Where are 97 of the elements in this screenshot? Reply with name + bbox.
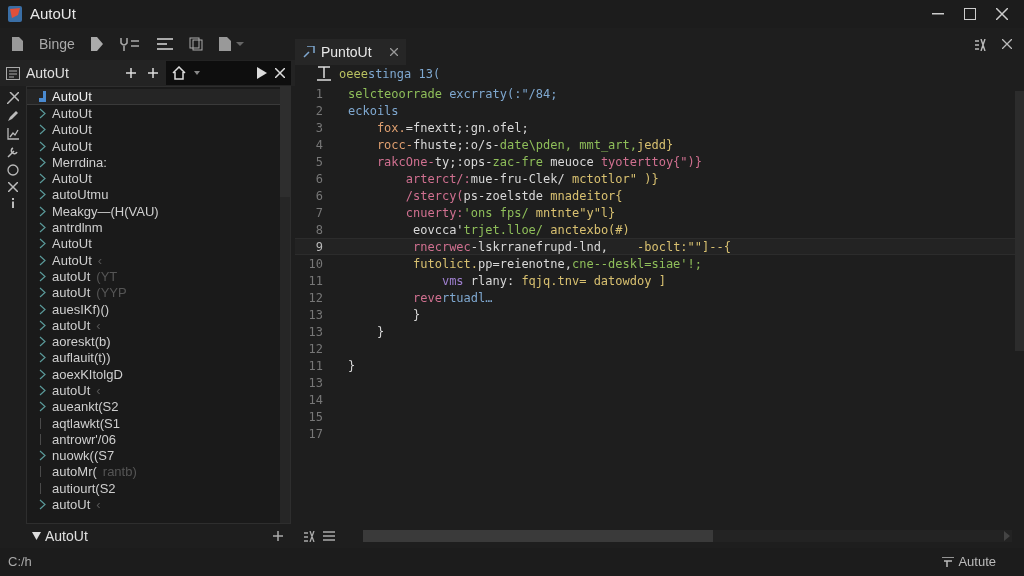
line-number: 8 — [314, 221, 324, 239]
line-number: 11 — [307, 272, 324, 290]
line-number: 4 — [314, 136, 324, 154]
status-text: Autute — [958, 553, 996, 572]
minimize-icon[interactable] — [932, 13, 944, 15]
filter-icon — [942, 557, 955, 567]
code-line: revertuadl… — [412, 289, 493, 307]
line-number: 13 — [307, 323, 324, 341]
code-line: futolict.pp=reienotne,cne--deskl=siae'!; — [412, 255, 702, 273]
panel-icon — [6, 66, 20, 80]
tree-item[interactable]: auflauit(t)) — [27, 349, 280, 367]
tree-item[interactable]: Merrdina: — [27, 154, 280, 171]
tree-item[interactable]: AutoUt — [27, 137, 280, 155]
code-line: rakcOne-ty;:ops-zac-fre meuoce tyoterttoy{")} — [375, 153, 703, 171]
tree-item[interactable]: autoUt ‹ — [27, 317, 280, 334]
tree-item[interactable]: aoreskt(b) — [27, 333, 280, 350]
code-line: } — [412, 306, 421, 324]
close-icon[interactable] — [1002, 39, 1012, 49]
tree-item[interactable]: aueankt(S2 — [27, 398, 280, 415]
line-number: 5 — [314, 153, 324, 171]
tree-item[interactable]: autoUt (YYP — [27, 284, 280, 301]
line-number: 1 — [314, 85, 324, 103]
tree-item[interactable]: autoUt ‹ — [27, 382, 280, 399]
line-number: 2 — [314, 102, 324, 120]
app-logo-icon — [8, 6, 22, 22]
code-line: eovcca'trjet.lloe/ anctexbo(#) — [412, 221, 630, 239]
home-icon[interactable] — [172, 66, 186, 80]
list-icon[interactable] — [156, 37, 173, 51]
list-icon[interactable] — [323, 531, 335, 541]
copy-icon[interactable] — [188, 37, 203, 51]
tree-item[interactable]: autoUt ‹ — [27, 496, 280, 513]
tree-item[interactable]: nuowk((S7 — [27, 447, 280, 464]
code-line: } — [348, 357, 356, 375]
file-dropdown-icon[interactable] — [218, 37, 245, 51]
code-line: } — [375, 323, 385, 341]
code-line: fox.=fnextt;:gn.ofel; — [375, 119, 529, 137]
line-number: 13 — [307, 374, 324, 392]
caret-icon[interactable] — [194, 71, 200, 75]
add-icon[interactable] — [273, 531, 283, 541]
code-line: rnecrwec-lskrranefrupd-lnd, -boclt:""]--{ — [412, 238, 731, 256]
line-number: 13 — [307, 306, 324, 324]
tree-item[interactable]: autoUt (YT — [27, 268, 280, 285]
window-title: AutoUt — [30, 3, 76, 24]
tree-item[interactable]: autoMr( rantb) — [27, 463, 280, 481]
panel-title: AutoUt — [26, 63, 69, 83]
line-number: 9 — [314, 238, 324, 256]
info-icon[interactable] — [11, 198, 15, 208]
code-line: arterct/:mue-fru-Clek/ mctotlor" )} — [404, 170, 659, 188]
pencil-icon[interactable] — [7, 110, 19, 122]
tree-item[interactable]: antrdlnm — [27, 219, 280, 236]
line-number: 10 — [307, 255, 324, 273]
code-line: oeeestinga 13( — [339, 65, 441, 83]
tree-item[interactable]: aoexKItolgD — [27, 366, 280, 383]
code-line: selcteoorrade excrraty(:"/84; — [348, 85, 558, 103]
tree-item[interactable]: auesIKf)() — [27, 300, 280, 318]
line-number: 7 — [314, 204, 324, 222]
line-number: 6 — [314, 187, 324, 205]
chart-icon[interactable] — [7, 128, 19, 140]
line-number: 6 — [314, 170, 324, 188]
tree-item[interactable]: AutoUt ‹ — [27, 251, 280, 269]
tree-item[interactable]: Meakgy—(H(VAU) — [27, 203, 280, 220]
flag-icon[interactable] — [90, 37, 103, 51]
circle-icon[interactable] — [7, 164, 19, 176]
code-line: eckoils — [348, 102, 399, 120]
tree-item[interactable]: AutoUt — [27, 121, 280, 138]
tree-item[interactable]: AutoUt — [27, 235, 280, 252]
tree-item[interactable]: autoUtmu — [27, 186, 280, 204]
horizontal-scrollbar[interactable] — [363, 530, 1012, 542]
tree-item[interactable]: aqtlawkt(S1 — [27, 414, 280, 432]
scrollbar[interactable] — [280, 87, 290, 523]
editor-tab[interactable]: PuntoUt — [295, 39, 406, 65]
close-icon[interactable] — [996, 8, 1008, 20]
section-header[interactable]: AutoUt — [32, 525, 88, 547]
line-number: 12 — [307, 289, 324, 307]
tree-item[interactable]: AutoUt — [27, 105, 280, 122]
text-icon[interactable] — [317, 66, 331, 81]
tree-item[interactable]: antrowr'/06 — [27, 431, 280, 448]
line-number: 11 — [307, 357, 324, 375]
tree-item[interactable]: AutoUt — [27, 89, 280, 106]
tree-item[interactable]: autiourt(S2 — [27, 480, 280, 497]
line-number: 3 — [314, 119, 324, 137]
line-number: 17 — [307, 425, 324, 443]
code-line: /stercy(ps-zoelstde mnadeitor{ — [404, 187, 623, 205]
code-line: cnuerty:'ons fps/ mntnte"y"l} — [404, 204, 616, 222]
code-line: vms rlany: fqjq.tnv= datowdoy ] — [440, 272, 666, 290]
close-icon[interactable] — [8, 182, 18, 192]
code-line: rocc-fhuste;:o/s-date\pden, mmt_art,jedd} — [375, 136, 674, 154]
line-number: 14 — [307, 391, 324, 409]
maximize-icon[interactable] — [964, 8, 976, 20]
tree-item[interactable]: AutoUt — [27, 170, 280, 187]
line-number: 15 — [307, 408, 324, 426]
fork-icon[interactable] — [118, 37, 141, 51]
wrench-icon[interactable] — [7, 146, 19, 158]
status-text: C:/h — [8, 553, 32, 572]
toolbar-button[interactable]: Binge — [39, 33, 75, 55]
play-icon[interactable] — [257, 67, 267, 79]
line-number: 12 — [307, 340, 324, 358]
